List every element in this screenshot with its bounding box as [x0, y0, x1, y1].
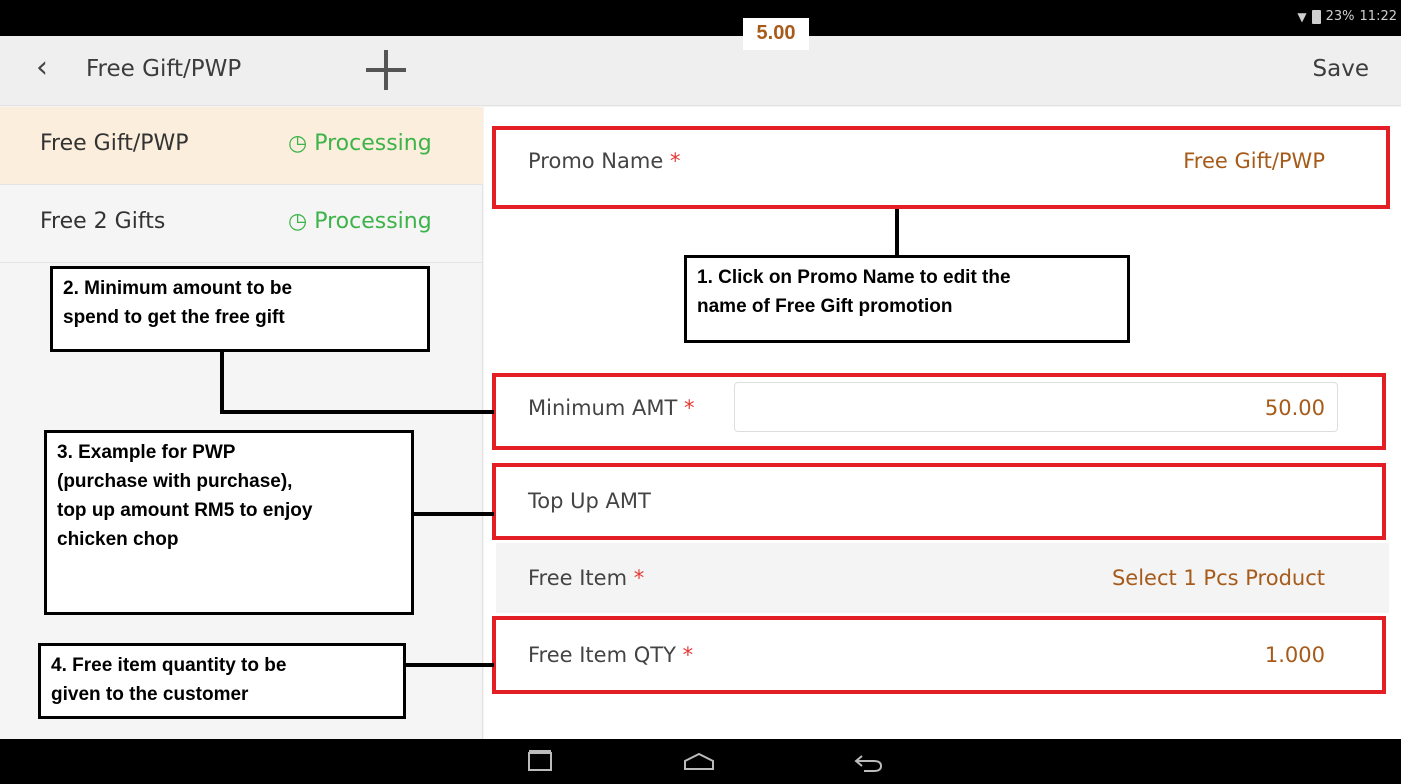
minimum-amt-label: Minimum AMT * [528, 396, 695, 420]
connector-line [895, 209, 899, 256]
promo-name-row[interactable]: Promo Name * Free Gift/PWP [496, 126, 1389, 196]
free-item-qty-value: 1.000 [1264, 643, 1325, 667]
promo-list-item[interactable]: Free 2 Gifts ◷ Processing [0, 185, 483, 263]
top-up-amt-row: Top Up AMT [496, 466, 1389, 536]
top-up-amt-input[interactable]: 5.00 [743, 18, 809, 50]
free-item-row[interactable]: Free Item * Select 1 Pcs Product [496, 543, 1389, 613]
connector-line [220, 410, 494, 414]
callout-note-3: 3. Example for PWP (purchase with purcha… [44, 430, 414, 615]
back-icon[interactable] [848, 747, 888, 777]
status-bar: ▼ 23% 11:22 [0, 0, 1401, 36]
system-nav-bar [0, 739, 1401, 784]
callout-note-4: 4. Free item quantity to be given to the… [38, 643, 406, 719]
callout-note-1: 1. Click on Promo Name to edit the name … [684, 255, 1130, 343]
page-title: Free Gift/PWP [86, 56, 242, 82]
promo-list-item[interactable]: Free Gift/PWP ◷ Processing [0, 107, 483, 185]
wifi-icon: ▼ [1297, 9, 1307, 24]
status-indicators: ▼ 23% 11:22 [1297, 9, 1397, 24]
promo-item-status: ◷ Processing [288, 209, 432, 234]
home-icon[interactable] [679, 747, 719, 777]
callout-note-2: 2. Minimum amount to be spend to get the… [50, 266, 430, 352]
promo-item-name: Free 2 Gifts [40, 209, 166, 234]
battery-level: 23% [1325, 9, 1355, 24]
connector-line [220, 350, 224, 414]
app-header: ‹ Free Gift/PWP Save [0, 36, 1401, 106]
promo-item-status: ◷ Processing [288, 131, 432, 156]
add-promo-icon[interactable] [366, 50, 406, 90]
free-item-label: Free Item * [528, 566, 645, 590]
top-up-amt-label: Top Up AMT [528, 489, 651, 513]
free-item-value: Select 1 Pcs Product [1111, 566, 1325, 590]
promo-name-value: Free Gift/PWP [1183, 149, 1325, 173]
save-button[interactable]: Save [1313, 56, 1369, 82]
promo-name-label: Promo Name * [528, 149, 681, 173]
promo-item-name: Free Gift/PWP [40, 131, 189, 156]
free-item-qty-label: Free Item QTY * [528, 643, 694, 667]
recent-apps-icon[interactable] [520, 747, 560, 777]
free-item-qty-row[interactable]: Free Item QTY * 1.000 [496, 620, 1389, 690]
back-chevron-icon[interactable]: ‹ [36, 50, 48, 85]
clock: 11:22 [1359, 9, 1397, 24]
clock-icon: ◷ [288, 209, 308, 234]
battery-icon [1311, 9, 1321, 24]
minimum-amt-row: Minimum AMT * 50.00 [496, 373, 1389, 443]
connector-line [405, 663, 494, 667]
minimum-amt-input[interactable]: 50.00 [734, 382, 1338, 432]
connector-line [412, 512, 494, 516]
clock-icon: ◷ [288, 131, 308, 156]
